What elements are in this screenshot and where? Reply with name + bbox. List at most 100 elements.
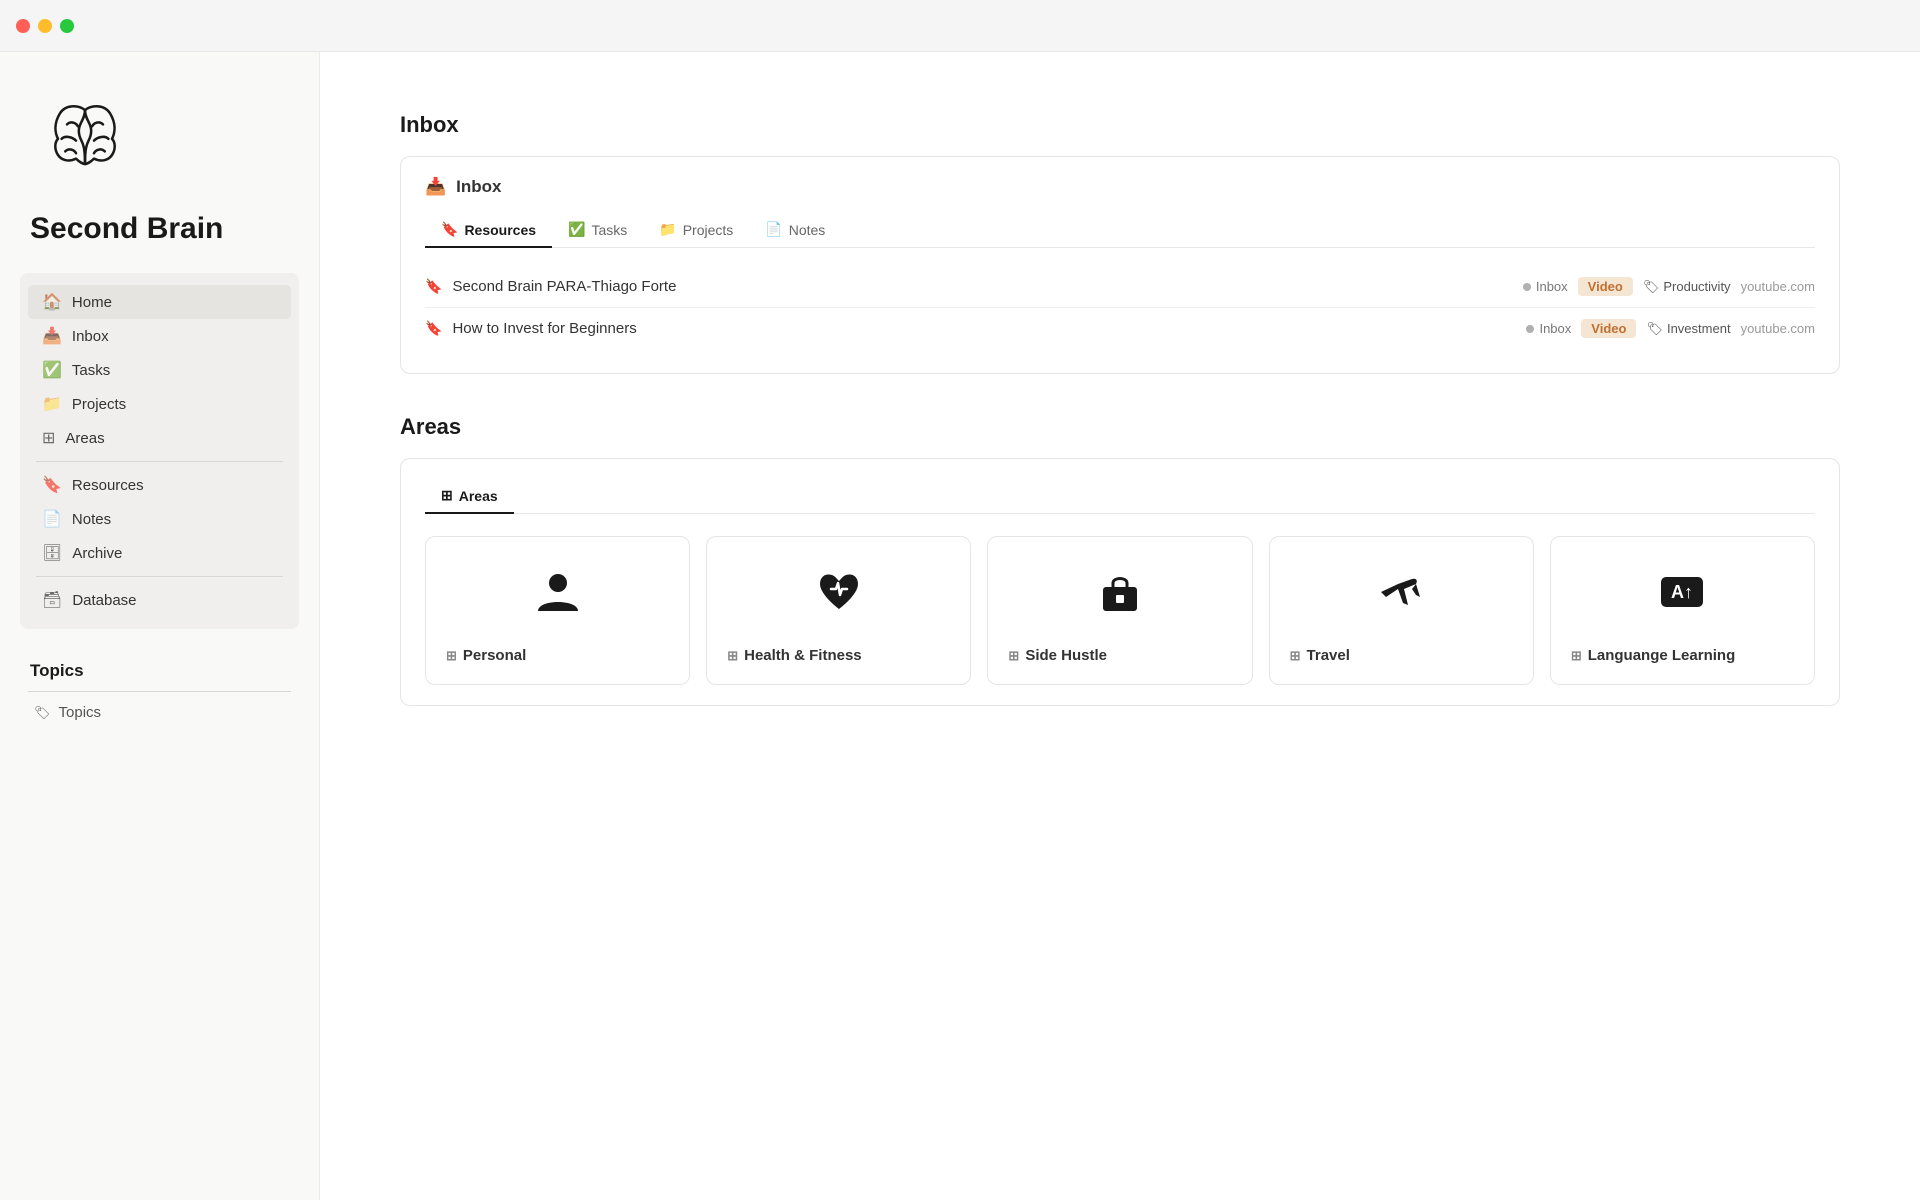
areas-tab-icon: ⊞ bbox=[441, 487, 453, 504]
tab-resources-label: Resources bbox=[464, 222, 536, 238]
area-grid-icon-language: ⊞ bbox=[1571, 648, 1582, 664]
sidebar-item-tasks-label: Tasks bbox=[72, 362, 110, 379]
tab-projects-label: Projects bbox=[683, 222, 734, 238]
row-tag-1: 🏷 Productivity bbox=[1643, 279, 1731, 295]
area-grid-icon-personal: ⊞ bbox=[446, 648, 457, 664]
tab-projects[interactable]: 📁 Projects bbox=[643, 213, 749, 248]
area-icon-side-hustle bbox=[1008, 567, 1231, 617]
tab-projects-icon: 📁 bbox=[659, 221, 676, 238]
app-title: Second Brain bbox=[30, 212, 299, 245]
sidebar-item-archive[interactable]: 🗄 Archive bbox=[28, 536, 291, 570]
area-label-health: ⊞ Health & Fitness bbox=[727, 647, 950, 664]
area-grid-icon-travel: ⊞ bbox=[1290, 648, 1301, 664]
sidebar-item-projects-label: Projects bbox=[72, 396, 126, 413]
row-url-1: youtube.com bbox=[1741, 279, 1815, 294]
areas-section-title: Areas bbox=[400, 414, 1840, 440]
sidebar-item-inbox-label: Inbox bbox=[72, 328, 109, 345]
tab-notes-icon: 📄 bbox=[765, 221, 782, 238]
row-status-2: Inbox bbox=[1526, 321, 1571, 336]
areas-tab[interactable]: ⊞ Areas bbox=[425, 479, 514, 514]
notes-icon: 📄 bbox=[42, 509, 62, 529]
sidebar-item-database[interactable]: 🗃 Database bbox=[28, 583, 291, 617]
tab-tasks[interactable]: ✅ Tasks bbox=[552, 213, 643, 248]
resources-icon: 🔖 bbox=[42, 475, 62, 495]
sidebar-item-resources-label: Resources bbox=[72, 477, 144, 494]
tab-tasks-icon: ✅ bbox=[568, 221, 585, 238]
area-card-personal[interactable]: ⊞ Personal bbox=[425, 536, 690, 685]
sidebar-item-database-label: Database bbox=[72, 592, 136, 609]
sidebar-item-projects[interactable]: 📁 Projects bbox=[28, 387, 291, 421]
inbox-row-2[interactable]: 🔖 How to Invest for Beginners Inbox Vide… bbox=[425, 308, 1815, 349]
sidebar-item-notes[interactable]: 📄 Notes bbox=[28, 502, 291, 536]
main-content: Inbox 📥 Inbox 🔖 Resources ✅ Tasks 📁 Proj… bbox=[320, 52, 1920, 1200]
area-label-travel: ⊞ Travel bbox=[1290, 647, 1513, 664]
area-card-travel[interactable]: ⊞ Travel bbox=[1269, 536, 1534, 685]
sidebar-item-notes-label: Notes bbox=[72, 511, 111, 528]
sidebar-item-areas-label: Areas bbox=[65, 430, 104, 447]
tab-resources-icon: 🔖 bbox=[441, 221, 458, 238]
row-title-2: How to Invest for Beginners bbox=[452, 320, 1526, 337]
topics-section: Topics 🏷 Topics bbox=[20, 653, 299, 727]
area-label-personal: ⊞ Personal bbox=[446, 647, 669, 664]
nav-divider-1 bbox=[36, 461, 283, 462]
home-icon: 🏠 bbox=[42, 292, 62, 312]
sidebar-item-tasks[interactable]: ✅ Tasks bbox=[28, 353, 291, 387]
status-dot-1 bbox=[1523, 283, 1531, 291]
status-dot-2 bbox=[1526, 325, 1534, 333]
tasks-icon: ✅ bbox=[42, 360, 62, 380]
row-title-1: Second Brain PARA-Thiago Forte bbox=[452, 278, 1522, 295]
sidebar-item-areas[interactable]: ⊞ Areas bbox=[28, 421, 291, 455]
areas-card: ⊞ Areas ⊞ Personal bbox=[400, 458, 1840, 706]
area-icon-health bbox=[727, 567, 950, 617]
area-label-language: ⊞ Languange Learning bbox=[1571, 647, 1794, 664]
areas-icon: ⊞ bbox=[42, 428, 55, 448]
sidebar-item-resources[interactable]: 🔖 Resources bbox=[28, 468, 291, 502]
row-badge-video-1: Video bbox=[1578, 277, 1633, 296]
row-status-1: Inbox bbox=[1523, 279, 1568, 294]
areas-tab-label: Areas bbox=[459, 488, 498, 504]
tab-tasks-label: Tasks bbox=[591, 222, 627, 238]
database-icon: 🗃 bbox=[42, 590, 62, 610]
area-icon-personal bbox=[446, 567, 669, 617]
area-card-side-hustle[interactable]: ⊞ Side Hustle bbox=[987, 536, 1252, 685]
app-logo bbox=[40, 92, 130, 182]
area-card-language[interactable]: A↑ ⊞ Languange Learning bbox=[1550, 536, 1815, 685]
tag-icon: 🏷 bbox=[34, 705, 51, 721]
sidebar-nav: 🏠 Home 📥 Inbox ✅ Tasks 📁 Projects ⊞ Area… bbox=[20, 273, 299, 629]
titlebar bbox=[0, 0, 1920, 52]
sidebar-item-home-label: Home bbox=[72, 294, 112, 311]
topics-tag-row[interactable]: 🏷 Topics bbox=[20, 698, 299, 727]
sidebar-item-home[interactable]: 🏠 Home bbox=[28, 285, 291, 319]
nav-divider-2 bbox=[36, 576, 283, 577]
inbox-tabs: 🔖 Resources ✅ Tasks 📁 Projects 📄 Notes bbox=[425, 213, 1815, 248]
row-badges-2: Inbox Video 🏷 Investment youtube.com bbox=[1526, 319, 1815, 338]
tab-notes[interactable]: 📄 Notes bbox=[749, 213, 841, 248]
projects-icon: 📁 bbox=[42, 394, 62, 414]
archive-icon: 🗄 bbox=[42, 543, 62, 563]
area-card-health[interactable]: ⊞ Health & Fitness bbox=[706, 536, 971, 685]
inbox-card-title: Inbox bbox=[456, 177, 501, 197]
svg-text:A↑: A↑ bbox=[1671, 582, 1693, 602]
row-url-2: youtube.com bbox=[1741, 321, 1815, 336]
app-layout: Second Brain 🏠 Home 📥 Inbox ✅ Tasks 📁 Pr… bbox=[0, 52, 1920, 1200]
row-tag-2: 🏷 Investment bbox=[1646, 321, 1730, 337]
area-icon-travel bbox=[1290, 567, 1513, 617]
maximize-button[interactable] bbox=[60, 19, 74, 33]
inbox-card-header: 📥 Inbox bbox=[425, 177, 1815, 197]
row-bookmark-icon-1: 🔖 bbox=[425, 278, 442, 295]
areas-grid: ⊞ Personal ⊞ Health & Fitness bbox=[425, 536, 1815, 685]
tab-resources[interactable]: 🔖 Resources bbox=[425, 213, 552, 248]
row-badges-1: Inbox Video 🏷 Productivity youtube.com bbox=[1523, 277, 1815, 296]
inbox-card: 📥 Inbox 🔖 Resources ✅ Tasks 📁 Projects 📄 bbox=[400, 156, 1840, 374]
inbox-icon: 📥 bbox=[42, 326, 62, 346]
close-button[interactable] bbox=[16, 19, 30, 33]
sidebar-item-inbox[interactable]: 📥 Inbox bbox=[28, 319, 291, 353]
row-bookmark-icon-2: 🔖 bbox=[425, 320, 442, 337]
row-badge-video-2: Video bbox=[1581, 319, 1636, 338]
areas-tab-row: ⊞ Areas bbox=[425, 479, 1815, 514]
area-label-side-hustle: ⊞ Side Hustle bbox=[1008, 647, 1231, 664]
inbox-row-1[interactable]: 🔖 Second Brain PARA-Thiago Forte Inbox V… bbox=[425, 266, 1815, 308]
inbox-card-icon: 📥 bbox=[425, 177, 446, 197]
inbox-section-title: Inbox bbox=[400, 112, 1840, 138]
minimize-button[interactable] bbox=[38, 19, 52, 33]
